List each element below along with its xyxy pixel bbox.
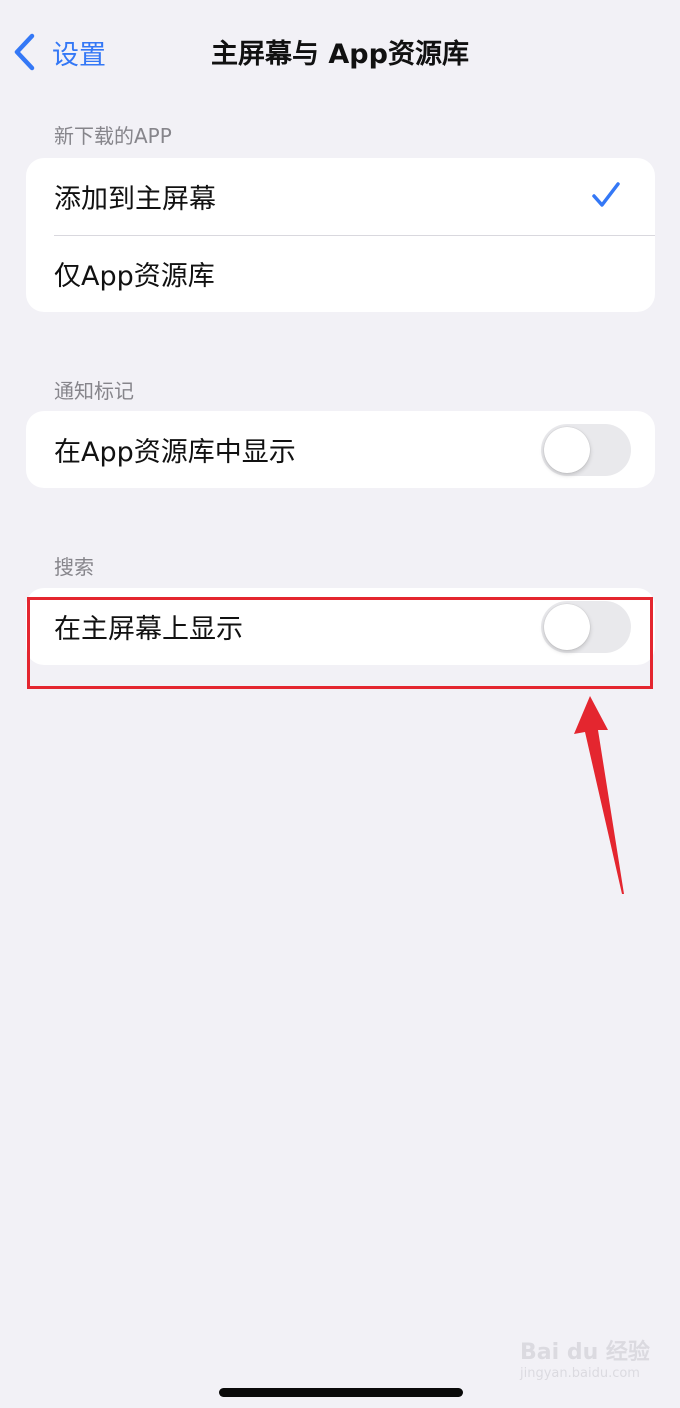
checkmark-icon [592,182,620,207]
home-indicator[interactable] [219,1388,463,1397]
section-header-search: 搜索 [54,555,94,579]
annotation-arrow-icon [574,696,624,894]
option-label: 添加到主屏幕 [54,184,216,215]
page-title: 主屏幕与 App资源库 [211,39,469,70]
show-in-app-library-toggle[interactable] [541,424,631,476]
navigation-bar: 设置 主屏幕与 App资源库 [0,0,680,100]
option-label: 仅App资源库 [54,261,215,292]
watermark-brand: Bai du 经验 [520,1340,650,1365]
option-add-to-home-screen[interactable]: 添加到主屏幕 [26,158,655,235]
row-label: 在App资源库中显示 [54,437,296,468]
search-group: 在主屏幕上显示 [26,588,655,665]
show-in-app-library-row: 在App资源库中显示 [26,411,655,488]
toggle-knob [544,427,590,473]
show-on-home-screen-row: 在主屏幕上显示 [26,588,655,665]
new-downloads-group: 添加到主屏幕 仅App资源库 [26,158,655,312]
section-header-notification-badges: 通知标记 [54,379,134,403]
watermark-url: jingyan.baidu.com [520,1366,640,1381]
watermark-logo: Bai du 经验 jingyan.baidu.com [520,1330,670,1390]
row-label: 在主屏幕上显示 [54,614,243,645]
section-header-new-downloads: 新下载的APP [54,124,172,148]
show-on-home-screen-toggle[interactable] [541,601,631,653]
notification-badges-group: 在App资源库中显示 [26,411,655,488]
option-app-library-only[interactable]: 仅App资源库 [26,235,655,312]
toggle-knob [544,604,590,650]
